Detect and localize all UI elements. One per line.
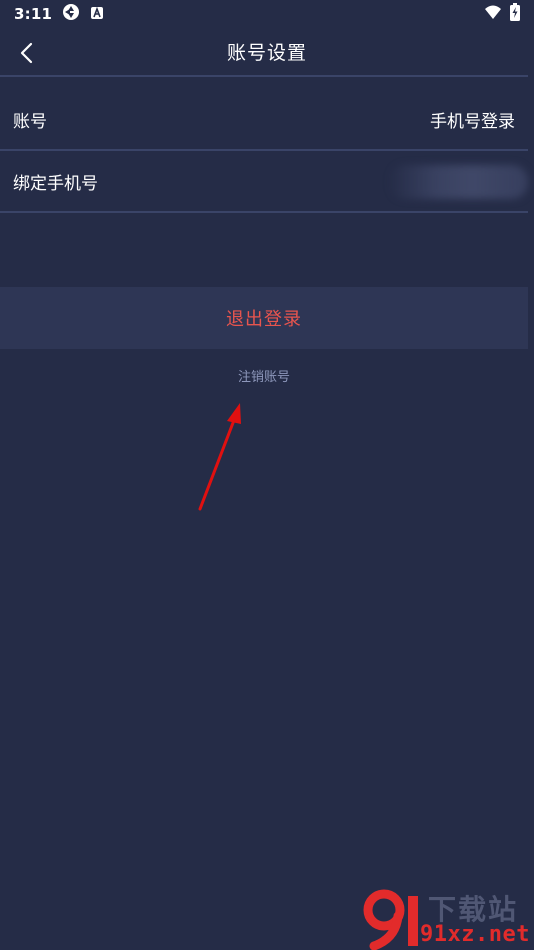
page-title: 账号设置 [226, 42, 307, 64]
bind-phone-row[interactable]: 绑定手机号 [0, 151, 528, 211]
status-left: 3:11 [14, 3, 104, 25]
watermark-site-text: 91xz.net [420, 922, 530, 947]
battery-charging-icon [510, 3, 520, 25]
logout-button[interactable]: 退出登录 [0, 287, 528, 349]
status-right [484, 3, 520, 25]
wifi-icon [484, 4, 502, 24]
account-label: 账号 [13, 111, 47, 132]
bind-phone-label: 绑定手机号 [13, 173, 98, 194]
header-divider [0, 75, 528, 77]
app-header: 账号设置 [0, 28, 534, 75]
account-row[interactable]: 账号 手机号登录 [0, 89, 528, 149]
a-badge-icon [90, 5, 104, 24]
chevron-left-icon [20, 42, 33, 64]
cancel-account-link[interactable]: 注销账号 [0, 366, 528, 386]
row-divider [0, 211, 528, 213]
watermark-logo-icon [363, 889, 418, 950]
watermark: 下载站 91xz.net [360, 886, 534, 950]
annotation-arrow [198, 403, 241, 511]
account-settings-screen: 3:11 账号设置 账号 手机号登录 绑定手机号 退出登录 注销账号 下载站 9… [0, 0, 534, 950]
back-button[interactable] [12, 38, 42, 68]
sync-icon [62, 3, 80, 25]
account-value: 手机号登录 [430, 111, 515, 132]
status-time: 3:11 [14, 5, 53, 23]
blurred-phone-number [388, 165, 528, 199]
logout-label: 退出登录 [226, 309, 302, 330]
status-bar: 3:11 [0, 0, 534, 28]
